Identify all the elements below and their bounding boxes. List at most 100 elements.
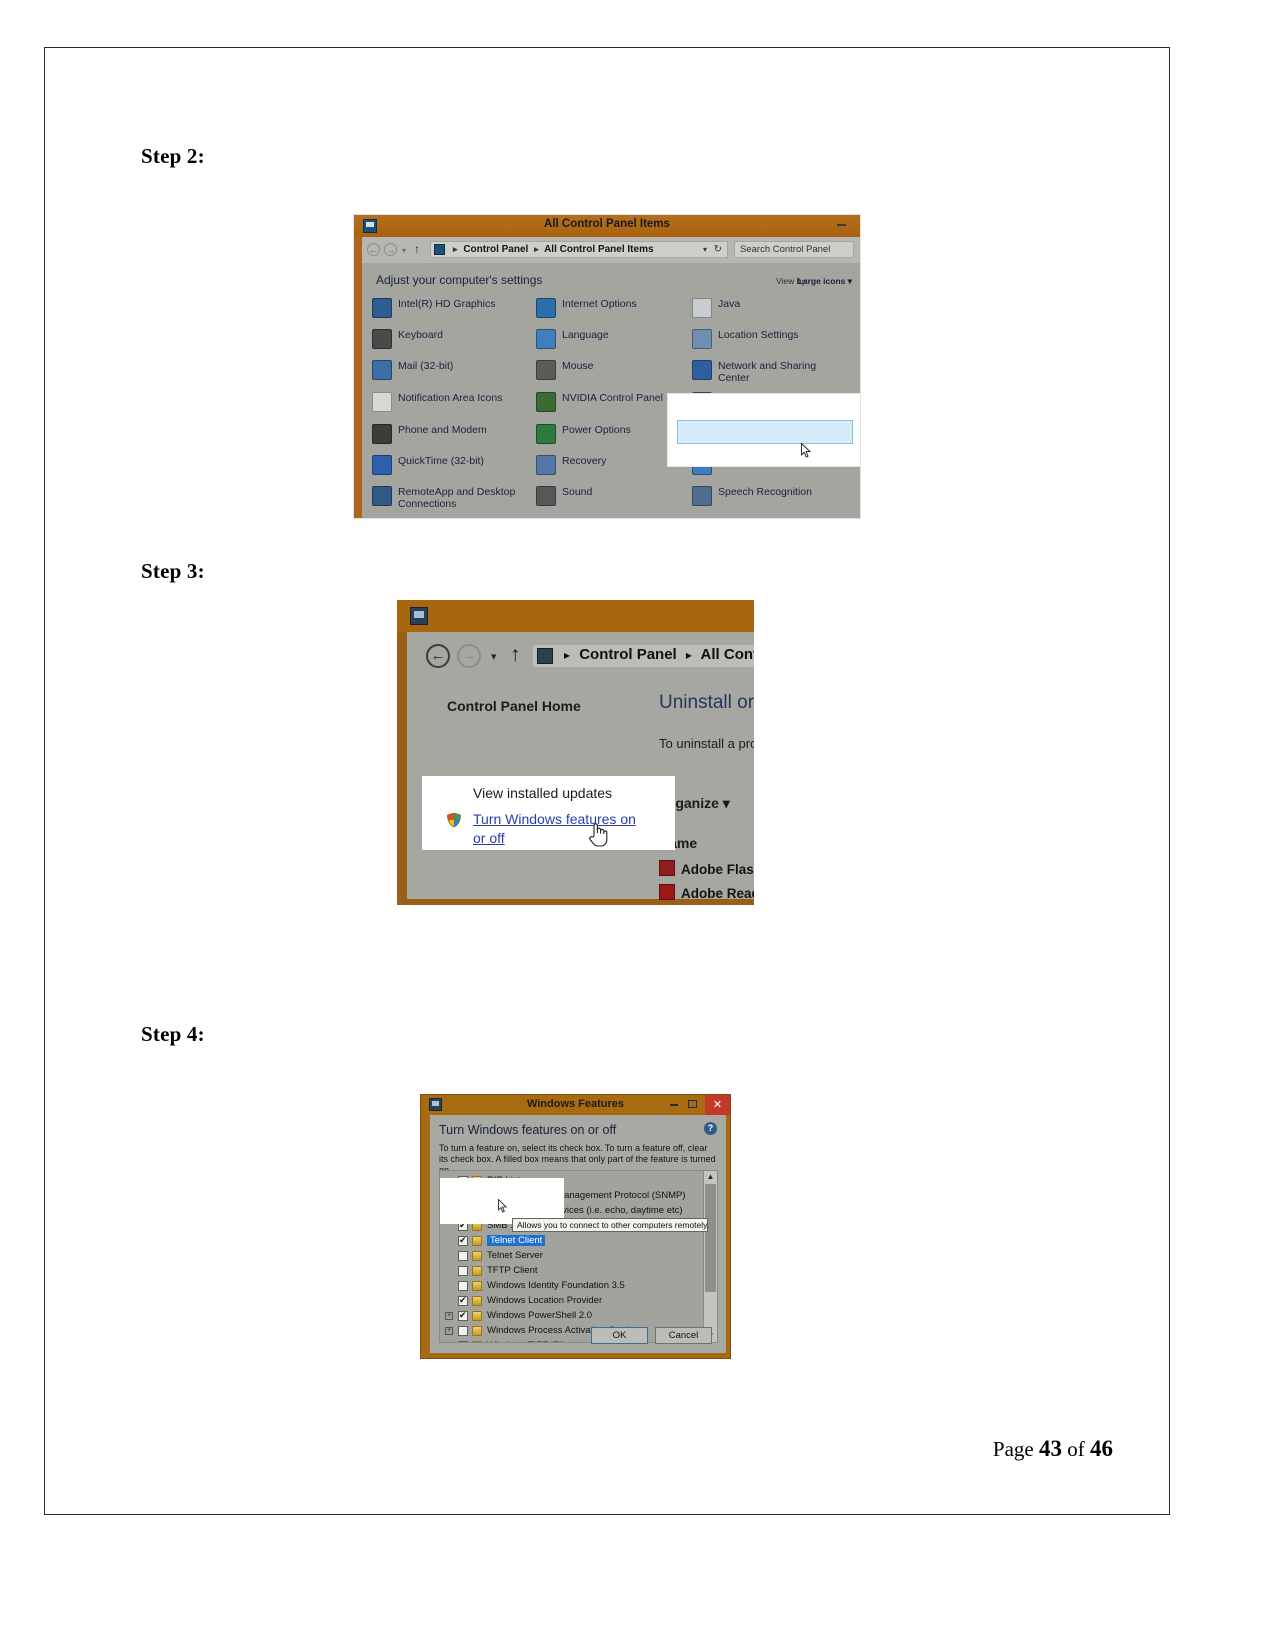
up-one-level-icon[interactable]: ↑: [414, 242, 420, 256]
cancel-button[interactable]: Cancel: [655, 1327, 712, 1344]
scroll-up-icon[interactable]: ▲: [704, 1171, 717, 1183]
program-name: Adobe Flash Playe: [681, 862, 754, 877]
expand-icon[interactable]: +: [445, 1312, 453, 1320]
control-panel-item-notification-area-icons[interactable]: Notification Area Icons: [372, 389, 534, 421]
control-panel-item-location-settings[interactable]: Location Settings: [692, 326, 854, 358]
control-panel-item-label: Network and Sharing Center: [718, 360, 817, 384]
control-panel-item-label: Internet Options: [562, 298, 637, 310]
feature-row-windows-powershell-2-0[interactable]: + Windows PowerShell 2.0: [440, 1309, 703, 1324]
breadcrumb-separator: ▸: [564, 648, 571, 662]
control-panel-item-internet-options[interactable]: Internet Options: [536, 295, 698, 327]
feature-row-windows-location-provider[interactable]: Windows Location Provider: [440, 1294, 703, 1309]
help-icon[interactable]: ?: [704, 1122, 717, 1135]
forward-button[interactable]: →: [457, 644, 481, 668]
breadcrumb-item-control-panel[interactable]: Control Panel: [463, 244, 528, 255]
view-by-dropdown[interactable]: Large icons ▾: [798, 276, 852, 287]
recovery-icon: [536, 455, 556, 475]
feature-checkbox[interactable]: [458, 1251, 468, 1261]
scrollbar-thumb[interactable]: [705, 1184, 716, 1292]
maximize-button[interactable]: [688, 1100, 697, 1108]
feature-checkbox[interactable]: [458, 1281, 468, 1291]
back-button[interactable]: ←: [426, 644, 450, 668]
feature-row-windows-identity-foundation-3-5[interactable]: Windows Identity Foundation 3.5: [440, 1279, 703, 1294]
back-button[interactable]: ←: [367, 243, 380, 256]
list-item[interactable]: Adobe Flash Playe: [659, 860, 754, 877]
control-panel-item-language[interactable]: Language: [536, 326, 698, 358]
control-panel-item-remoteapp-and-desktop-connections[interactable]: RemoteApp and Desktop Connections: [372, 483, 534, 515]
recent-locations-dropdown-icon[interactable]: ▾: [491, 650, 497, 663]
page-current: 43: [1039, 1436, 1062, 1461]
forward-button[interactable]: →: [384, 243, 397, 256]
feature-row-tftp-client[interactable]: TFTP Client: [440, 1264, 703, 1279]
control-panel-window-screenshot: All Control Panel Items ← → ▾ ↑ ▸ Contro…: [354, 215, 860, 518]
dialog-footer: OK Cancel: [430, 1325, 726, 1349]
hand-pointer-cursor: [589, 823, 608, 847]
minimize-button[interactable]: [670, 1104, 678, 1106]
address-bar[interactable]: ▸ Control Panel ▸ All Control Panel Item…: [430, 241, 728, 258]
control-panel-item-mouse[interactable]: Mouse: [536, 357, 698, 389]
breadcrumb-item-all-control-panel[interactable]: All Control Pan: [701, 646, 754, 663]
page-label: Page: [992, 1437, 1034, 1461]
list-item[interactable]: Adobe Reader XI (: [659, 884, 754, 901]
minimize-button[interactable]: [837, 224, 846, 226]
control-panel-item-label: RemoteApp and Desktop Connections: [398, 486, 516, 510]
control-panel-item-label: Mail (32-bit): [398, 360, 454, 372]
folder-icon: [472, 1236, 482, 1246]
control-panel-item-mail-32-bit[interactable]: Mail (32-bit): [372, 357, 534, 389]
dialog-heading: Turn Windows features on or off: [439, 1123, 617, 1137]
sidebar-item-control-panel-home[interactable]: Control Panel Home: [447, 698, 581, 714]
dialog-titlebar: Windows Features ✕: [421, 1095, 730, 1115]
control-panel-item-label: Phone and Modem: [398, 424, 487, 436]
speech-recognition-icon: [692, 486, 712, 506]
control-panel-item-label: Speech Recognition: [718, 486, 812, 498]
feature-checkbox[interactable]: [458, 1310, 468, 1321]
feature-label: Telnet Client: [487, 1235, 546, 1246]
sidebar-item-turn-windows-features-on-or-off[interactable]: Turn Windows features on or off: [473, 810, 643, 848]
navigation-bar: ← → ▾ ↑ ▸ Control Panel ▸ All Control Pa…: [362, 237, 860, 263]
feature-checkbox[interactable]: [458, 1295, 468, 1306]
feature-row-telnet-client[interactable]: Telnet Client: [440, 1234, 703, 1249]
document-page: Step 2: Step 3: Step 4: All Control Pane…: [44, 47, 1170, 1515]
adobe-flash-icon: [659, 860, 675, 876]
close-icon[interactable]: ✕: [705, 1095, 730, 1115]
control-panel-item-label: Intel(R) HD Graphics: [398, 298, 496, 310]
breadcrumb-item-control-panel[interactable]: Control Panel: [579, 646, 677, 663]
control-panel-item-java[interactable]: Java: [692, 295, 854, 327]
up-one-level-icon[interactable]: ↑: [510, 643, 521, 667]
control-panel-item-network-and-sharing-center[interactable]: Network and Sharing Center: [692, 357, 854, 389]
feature-label: Windows Identity Foundation 3.5: [487, 1280, 625, 1291]
control-panel-item-sound[interactable]: Sound: [536, 483, 698, 515]
control-panel-item-label: Sound: [562, 486, 593, 498]
dialog-body: Turn Windows features on or off ? To tur…: [430, 1115, 726, 1353]
tooltip-content: Allows you to connect to other computers…: [512, 1218, 709, 1232]
breadcrumb-item-all-items[interactable]: All Control Panel Items: [544, 244, 653, 255]
ok-button[interactable]: OK: [591, 1327, 648, 1344]
control-panel-item-quicktime-32-bit[interactable]: QuickTime (32-bit): [372, 452, 534, 484]
shield-icon: [447, 812, 461, 828]
control-panel-item-phone-and-modem[interactable]: Phone and Modem: [372, 421, 534, 453]
folder-icon: [472, 1296, 482, 1306]
highlighted-item-programs-and-features[interactable]: [677, 420, 853, 444]
control-panel-item-keyboard[interactable]: Keyboard: [372, 326, 534, 358]
recent-locations-dropdown-icon[interactable]: ▾: [402, 246, 406, 255]
address-bar[interactable]: ▸ Control Panel ▸ All Control Pan: [533, 645, 754, 667]
control-panel-item-intel-r-hd-graphics[interactable]: Intel(R) HD Graphics: [372, 295, 534, 327]
breadcrumb: ▸ Control Panel ▸ All Control Panel Item…: [450, 244, 654, 255]
sidebar-item-view-installed-updates[interactable]: View installed updates: [473, 785, 612, 801]
feature-checkbox[interactable]: [458, 1235, 468, 1246]
programs-features-icon: [410, 607, 428, 625]
java-icon: [692, 298, 712, 318]
search-input[interactable]: Search Control Panel: [734, 241, 854, 258]
control-panel-item-label: Language: [562, 329, 609, 341]
feature-label: Windows PowerShell 2.0: [487, 1310, 593, 1321]
step-3-heading: Step 3:: [141, 559, 205, 583]
control-panel-item-speech-recognition[interactable]: Speech Recognition: [692, 483, 854, 515]
feature-row-telnet-server[interactable]: Telnet Server: [440, 1249, 703, 1264]
adobe-reader-icon: [659, 884, 675, 900]
scrollbar[interactable]: ▲ ▼: [703, 1171, 717, 1342]
chevron-down-icon[interactable]: ▾: [703, 245, 707, 254]
refresh-icon[interactable]: ↻: [714, 244, 722, 255]
nvidia-icon: [536, 392, 556, 412]
feature-checkbox[interactable]: [458, 1266, 468, 1276]
page-total: 46: [1090, 1436, 1113, 1461]
